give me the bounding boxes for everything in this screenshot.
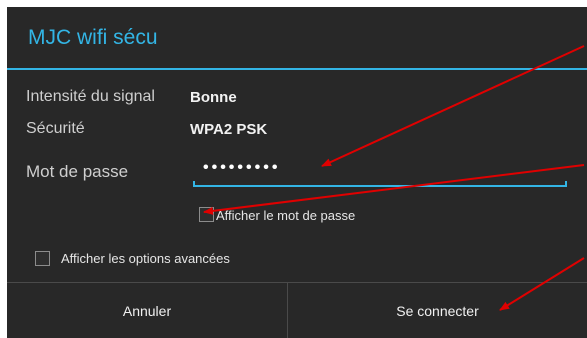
show-password-checkbox[interactable] <box>199 207 214 222</box>
advanced-options-label[interactable]: Afficher les options avancées <box>61 251 230 266</box>
dialog-title: MJC wifi sécu <box>28 26 158 49</box>
advanced-options-checkbox[interactable] <box>35 251 50 266</box>
security-value: WPA2 PSK <box>190 121 268 138</box>
password-value: ••••••••• <box>203 159 281 176</box>
signal-strength-value: Bonne <box>190 89 237 106</box>
security-label: Sécurité <box>26 120 85 137</box>
signal-strength-label: Intensité du signal <box>26 88 155 105</box>
password-field[interactable]: ••••••••• <box>193 157 567 187</box>
cancel-button[interactable]: Annuler <box>7 283 287 338</box>
password-label: Mot de passe <box>26 162 129 181</box>
connect-button[interactable]: Se connecter <box>288 283 587 338</box>
wifi-connect-dialog: MJC wifi sécu Intensité du signal Bonne … <box>7 7 587 338</box>
password-underline <box>193 181 567 187</box>
title-divider <box>7 68 587 70</box>
show-password-label[interactable]: Afficher le mot de passe <box>216 208 355 223</box>
